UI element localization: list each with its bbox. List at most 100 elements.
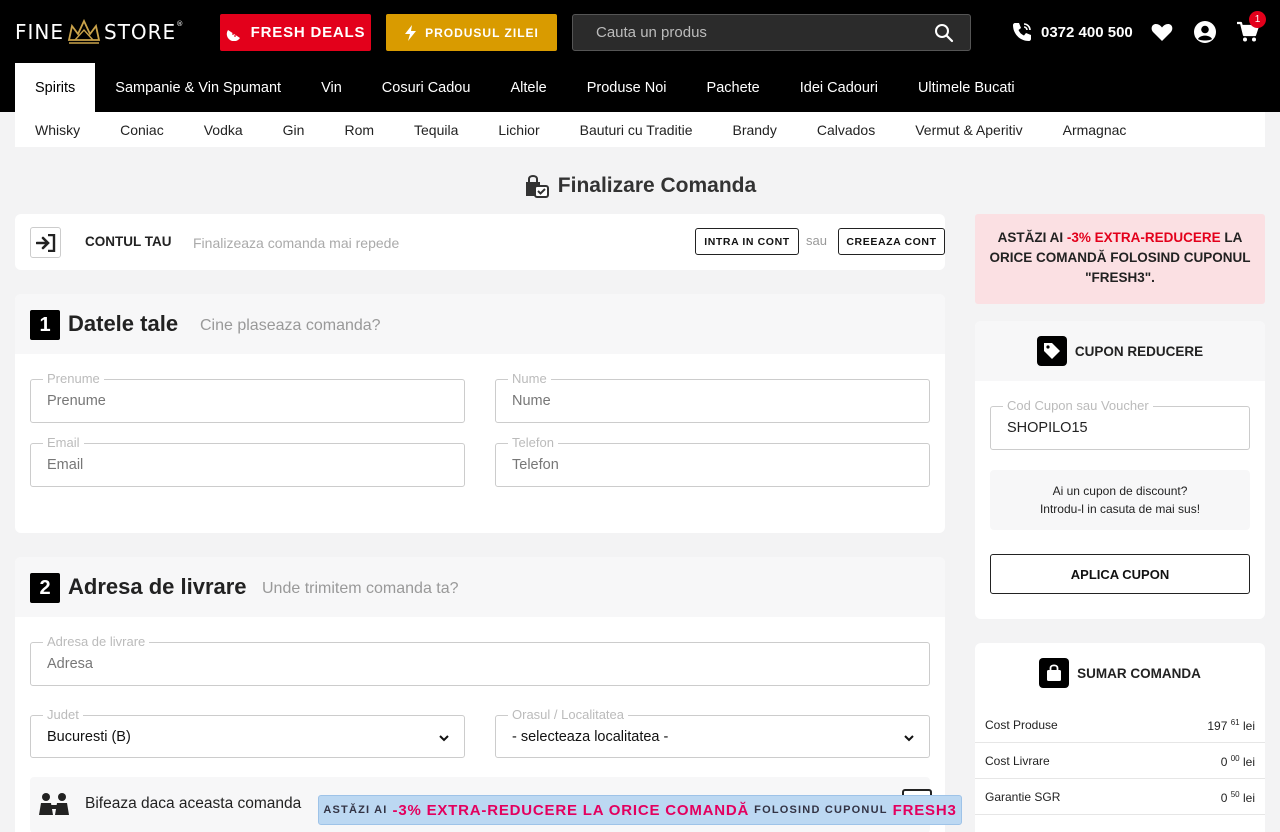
main-nav-item-vin[interactable]: Vin	[301, 63, 362, 112]
banner-text-3: FOLOSIND CUPONUL	[754, 804, 888, 816]
last-name-input[interactable]	[496, 380, 929, 422]
fresh-deals-button[interactable]: FRESH DEALS	[220, 14, 371, 51]
tag-icon	[1036, 336, 1067, 366]
phone-link[interactable]: 0372 400 500	[1011, 20, 1133, 44]
or-separator: sau	[806, 233, 827, 248]
main-nav-item-altele[interactable]: Altele	[490, 63, 566, 112]
phone-icon	[1013, 23, 1031, 41]
summary-row-label: Cost Livrare	[985, 754, 1050, 768]
price-dec: 61	[1230, 718, 1240, 727]
address-input[interactable]	[31, 643, 929, 685]
county-select[interactable]: Judet Bucuresti (B)	[30, 707, 465, 758]
logo-text-left: FINE	[15, 20, 64, 44]
delivery-address-section: 2 Adresa de livrare Unde trimitem comand…	[15, 557, 945, 832]
sub-nav-item-brandy[interactable]: Brandy	[712, 122, 796, 138]
coupon-field: Cod Cupon sau Voucher	[990, 398, 1250, 450]
phone-number: 0372 400 500	[1041, 23, 1133, 41]
logo-text-right: STORE	[104, 20, 177, 44]
sub-nav-item-calvados[interactable]: Calvados	[797, 122, 895, 138]
summary-row-products: Cost Produse 197 61 lei	[975, 707, 1265, 743]
promo-text-highlight: -3% EXTRA-REDUCERE	[1066, 230, 1221, 245]
county-selected-value: Bucuresti (B)	[47, 729, 131, 745]
summary-row-sgr: Garantie SGR 0 50 lei	[975, 779, 1265, 815]
summary-row-value: 0 50 lei	[1221, 790, 1255, 805]
create-account-button[interactable]: CREEAZA CONT	[838, 228, 945, 255]
banner-text-1: ASTĂZI AI	[323, 804, 388, 816]
step-number-2: 2	[30, 573, 60, 603]
section-1-title: Datele tale	[68, 311, 179, 336]
main-nav-item-cosuri-cadou[interactable]: Cosuri Cadou	[362, 63, 491, 112]
price-currency: lei	[1242, 791, 1255, 805]
main-nav-item-sampanie[interactable]: Sampanie & Vin Spumant	[95, 63, 301, 112]
watermelon-icon	[226, 30, 240, 41]
produsul-zilei-button[interactable]: PRODUSUL ZILEI	[386, 14, 557, 51]
login-button[interactable]: INTRA IN CONT	[695, 228, 799, 255]
email-input[interactable]	[31, 444, 464, 486]
lightning-icon	[405, 24, 417, 41]
coupon-title: CUPON REDUCERE	[1074, 343, 1204, 359]
promo-text-a: ASTĂZI AI	[997, 230, 1067, 245]
coupon-input[interactable]	[991, 407, 1249, 449]
sub-nav: Whisky Coniac Vodka Gin Rom Tequila Lich…	[15, 112, 1265, 147]
crown-icon	[67, 18, 101, 44]
sub-nav-item-vodka[interactable]: Vodka	[184, 122, 263, 138]
heart-icon[interactable]	[1150, 20, 1174, 44]
coupon-header: CUPON REDUCERE	[975, 321, 1265, 381]
page-title: Finalizare Comanda	[0, 172, 1280, 200]
summary-row-value: 0 00 lei	[1221, 754, 1255, 769]
main-nav-item-produse-noi[interactable]: Produse Noi	[567, 63, 687, 112]
account-card: CONTUL TAU Finalizeaza comanda mai reped…	[15, 214, 945, 270]
coupon-info-line-2: Introdu-l in casuta de mai sus!	[1039, 502, 1201, 516]
apply-coupon-button[interactable]: APLICA CUPON	[990, 554, 1250, 594]
sub-nav-item-armagnac[interactable]: Armagnac	[1043, 122, 1147, 138]
produsul-zilei-label: PRODUSUL ZILEI	[425, 25, 539, 40]
cart-count-badge: 1	[1249, 11, 1266, 28]
account-icon[interactable]	[1193, 20, 1217, 44]
main-nav-item-spirits[interactable]: Spirits	[15, 63, 96, 112]
summary-row-delivery: Cost Livrare 0 00 lei	[975, 743, 1265, 779]
first-name-input[interactable]	[31, 380, 464, 422]
county-label: Judet	[43, 707, 83, 722]
summary-row-value: 197 61 lei	[1207, 718, 1255, 733]
sub-nav-item-rom[interactable]: Rom	[324, 122, 394, 138]
sub-nav-item-bauturi-traditie[interactable]: Bauturi cu Traditie	[560, 122, 713, 138]
summary-row-label: Cost Produse	[985, 718, 1058, 732]
shopping-bag-check-icon	[525, 175, 549, 198]
section-2-header: 2 Adresa de livrare Unde trimitem comand…	[15, 557, 945, 617]
sub-nav-item-vermut[interactable]: Vermut & Aperitiv	[895, 122, 1042, 138]
promo-banner: ASTĂZI AI -3% EXTRA-REDUCERE LA ORICE CO…	[975, 214, 1265, 304]
sub-nav-item-gin[interactable]: Gin	[263, 122, 325, 138]
chevron-down-icon	[904, 735, 914, 742]
search-icon[interactable]	[934, 23, 954, 43]
search-input[interactable]	[573, 15, 923, 50]
main-nav-item-idei-cadouri[interactable]: Idei Cadouri	[780, 63, 898, 112]
summary-row-label: Garantie SGR	[985, 790, 1061, 804]
account-hint: Finalizeaza comanda mai repede	[193, 235, 400, 251]
fresh-deals-label: FRESH DEALS	[250, 24, 366, 41]
store-logo[interactable]: FINE STORE ®	[15, 14, 184, 50]
coupon-info-box: Ai un cupon de discount? Introdu-l in ca…	[990, 470, 1250, 530]
main-nav-item-ultimele-bucati[interactable]: Ultimele Bucati	[898, 63, 1035, 112]
coupon-card: CUPON REDUCERE Cod Cupon sau Voucher Ai …	[975, 321, 1265, 619]
sub-nav-item-tequila[interactable]: Tequila	[394, 122, 478, 138]
chevron-down-icon	[439, 735, 449, 742]
phone-input[interactable]	[496, 444, 929, 486]
address-field: Adresa de livrare	[30, 634, 930, 686]
city-selected-value: - selecteaza localitatea -	[512, 729, 669, 745]
banner-text-4: FRESH3	[892, 801, 957, 819]
price-dec: 00	[1230, 754, 1240, 763]
coupon-info-line-1: Ai un cupon de discount?	[1052, 484, 1188, 498]
account-label: CONTUL TAU	[85, 234, 172, 249]
sub-nav-item-coniac[interactable]: Coniac	[100, 122, 184, 138]
main-nav-item-pachete[interactable]: Pachete	[687, 63, 780, 112]
email-field: Email	[30, 435, 465, 487]
bottom-promo-banner[interactable]: ASTĂZI AI -3% EXTRA-REDUCERE LA ORICE CO…	[318, 795, 962, 825]
city-select[interactable]: Orasul / Localitatea - selecteaza locali…	[495, 707, 930, 758]
section-1-header: 1 Datele tale Cine plaseaza comanda?	[15, 294, 945, 354]
price-currency: lei	[1242, 719, 1255, 733]
trademark-mark: ®	[176, 20, 185, 28]
sub-nav-item-whisky[interactable]: Whisky	[15, 122, 100, 138]
summary-title: SUMAR COMANDA	[1077, 665, 1201, 681]
order-summary-card: SUMAR COMANDA Cost Produse 197 61 lei Co…	[975, 643, 1265, 832]
sub-nav-item-lichior[interactable]: Lichior	[478, 122, 559, 138]
